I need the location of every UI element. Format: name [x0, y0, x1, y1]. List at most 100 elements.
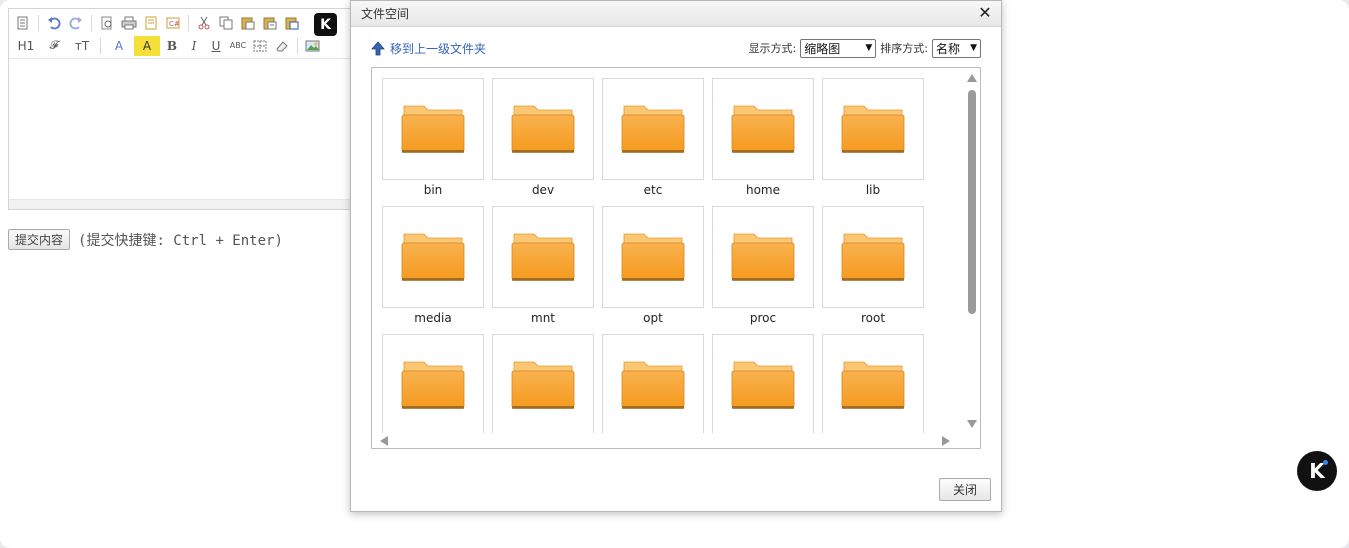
- submit-shortcut-hint: (提交快捷键: Ctrl + Enter): [78, 232, 283, 249]
- dialog-title: 文件空间: [361, 7, 410, 21]
- folder-item[interactable]: mnt: [492, 206, 594, 326]
- toolbar-divider: [91, 14, 92, 31]
- chevron-down-icon: ▼: [970, 43, 977, 53]
- preview-icon[interactable]: [97, 13, 117, 33]
- folder-icon: [602, 78, 704, 180]
- highlight-button[interactable]: A: [134, 35, 160, 56]
- folder-icon: [712, 78, 814, 180]
- folder-item[interactable]: lib: [822, 78, 924, 198]
- toolbar-row-2: H1 𝓕 тT A A B I U ABC: [13, 34, 348, 57]
- bold-button[interactable]: B: [162, 36, 182, 56]
- dialog-title-bar[interactable]: 文件空间 ✕: [351, 1, 1001, 27]
- folder-name: mnt: [531, 311, 555, 325]
- folder-item[interactable]: [822, 334, 924, 433]
- print-icon[interactable]: [119, 13, 139, 33]
- folder-item[interactable]: home: [712, 78, 814, 198]
- view-mode-value: 缩略图: [804, 41, 841, 56]
- folder-name: home: [745, 183, 781, 197]
- vertical-scrollbar[interactable]: [965, 70, 979, 432]
- folder-item[interactable]: etc: [602, 78, 704, 198]
- scroll-down-icon[interactable]: [967, 420, 977, 428]
- image-icon[interactable]: [303, 36, 323, 56]
- editor-content-area[interactable]: [9, 59, 352, 199]
- dialog-toolbar: 移到上一级文件夹 显示方式: 缩略图 ▼ 排序方式: 名称 ▼: [371, 37, 981, 59]
- folder-grid: bin dev etc home lib media mnt opt proc root: [382, 78, 942, 433]
- chevron-down-icon: ▼: [865, 43, 873, 53]
- folder-icon: [492, 78, 594, 180]
- italic-button[interactable]: I: [184, 36, 204, 56]
- file-space-dialog: 文件空间 ✕ 移到上一级文件夹 显示方式: 缩略图 ▼ 排序方式: 名称 ▼ b…: [350, 0, 1002, 512]
- paste-word-icon[interactable]: [282, 13, 302, 33]
- folder-item[interactable]: dev: [492, 78, 594, 198]
- folder-icon: [822, 206, 924, 308]
- folder-item[interactable]: media: [382, 206, 484, 326]
- folder-name: bin: [423, 183, 443, 197]
- horizontal-scrollbar[interactable]: [374, 433, 964, 447]
- folder-item[interactable]: [712, 334, 814, 433]
- submit-button[interactable]: 提交内容: [8, 229, 71, 250]
- close-button[interactable]: 关闭: [939, 478, 991, 501]
- eraser-icon[interactable]: [272, 36, 292, 56]
- font-size-button[interactable]: тT: [69, 36, 95, 56]
- folder-icon: [382, 78, 484, 180]
- file-list-panel: bin dev etc home lib media mnt opt proc root: [371, 67, 981, 449]
- paste-icon[interactable]: [238, 13, 258, 33]
- scroll-right-icon[interactable]: [942, 436, 950, 446]
- folder-item[interactable]: [382, 334, 484, 433]
- copy-icon[interactable]: [216, 13, 236, 33]
- folder-icon: [602, 206, 704, 308]
- folder-icon: [822, 334, 924, 433]
- sort-mode-label: 排序方式:: [880, 42, 928, 55]
- folder-name: media: [414, 311, 452, 325]
- folder-name: etc: [643, 183, 663, 197]
- svg-text:C#: C#: [169, 20, 180, 28]
- strikethrough-button[interactable]: ABC: [228, 36, 248, 56]
- clean-icon[interactable]: C#: [163, 13, 183, 33]
- folder-item[interactable]: [492, 334, 594, 433]
- view-mode-select[interactable]: 缩略图 ▼: [800, 38, 877, 58]
- folder-item[interactable]: bin: [382, 78, 484, 198]
- table-icon[interactable]: [250, 36, 270, 56]
- source-icon[interactable]: [13, 13, 33, 33]
- parent-folder-label: 移到上一级文件夹: [390, 41, 487, 56]
- editor-status-bar: [9, 199, 352, 209]
- scroll-up-icon[interactable]: [967, 74, 977, 82]
- rich-text-editor: C# H1 �: [8, 8, 353, 210]
- folder-item[interactable]: root: [822, 206, 924, 326]
- folder-item[interactable]: proc: [712, 206, 814, 326]
- folder-name: lib: [865, 183, 881, 197]
- undo-icon[interactable]: [44, 13, 64, 33]
- cut-icon[interactable]: [194, 13, 214, 33]
- folder-icon: [822, 78, 924, 180]
- sort-mode-select[interactable]: 名称 ▼: [932, 38, 981, 58]
- font-color-button[interactable]: A: [106, 36, 132, 56]
- submit-row: 提交内容 (提交快捷键: Ctrl + Enter): [8, 229, 283, 250]
- paste-text-icon[interactable]: [260, 13, 280, 33]
- underline-button[interactable]: U: [206, 36, 226, 56]
- folder-item[interactable]: [602, 334, 704, 433]
- folder-icon: [712, 334, 814, 433]
- folder-icon: [712, 206, 814, 308]
- close-icon[interactable]: ✕: [977, 5, 993, 21]
- toolbar-row-1: C#: [13, 11, 348, 34]
- folder-name: opt: [643, 311, 663, 325]
- folder-item[interactable]: opt: [602, 206, 704, 326]
- k-assistant-icon[interactable]: K: [1297, 451, 1337, 491]
- folder-icon: [382, 206, 484, 308]
- folder-name: dev: [531, 183, 555, 197]
- toolbar-divider: [297, 37, 298, 54]
- editor-toolbar: C# H1 �: [9, 9, 352, 59]
- view-mode-label: 显示方式:: [748, 42, 797, 55]
- scroll-left-icon[interactable]: [380, 436, 388, 446]
- font-family-button[interactable]: 𝓕: [41, 36, 67, 56]
- toolbar-divider: [100, 37, 101, 54]
- heading-button[interactable]: H1: [13, 36, 39, 56]
- parent-folder-link[interactable]: 移到上一级文件夹: [371, 40, 486, 57]
- k-logo-icon[interactable]: K: [314, 13, 337, 36]
- folder-icon: [602, 334, 704, 433]
- redo-icon[interactable]: [66, 13, 86, 33]
- template-icon[interactable]: [141, 13, 161, 33]
- page: C# H1 �: [0, 0, 1349, 548]
- scroll-thumb[interactable]: [968, 90, 976, 314]
- arrow-up-icon: [371, 40, 385, 55]
